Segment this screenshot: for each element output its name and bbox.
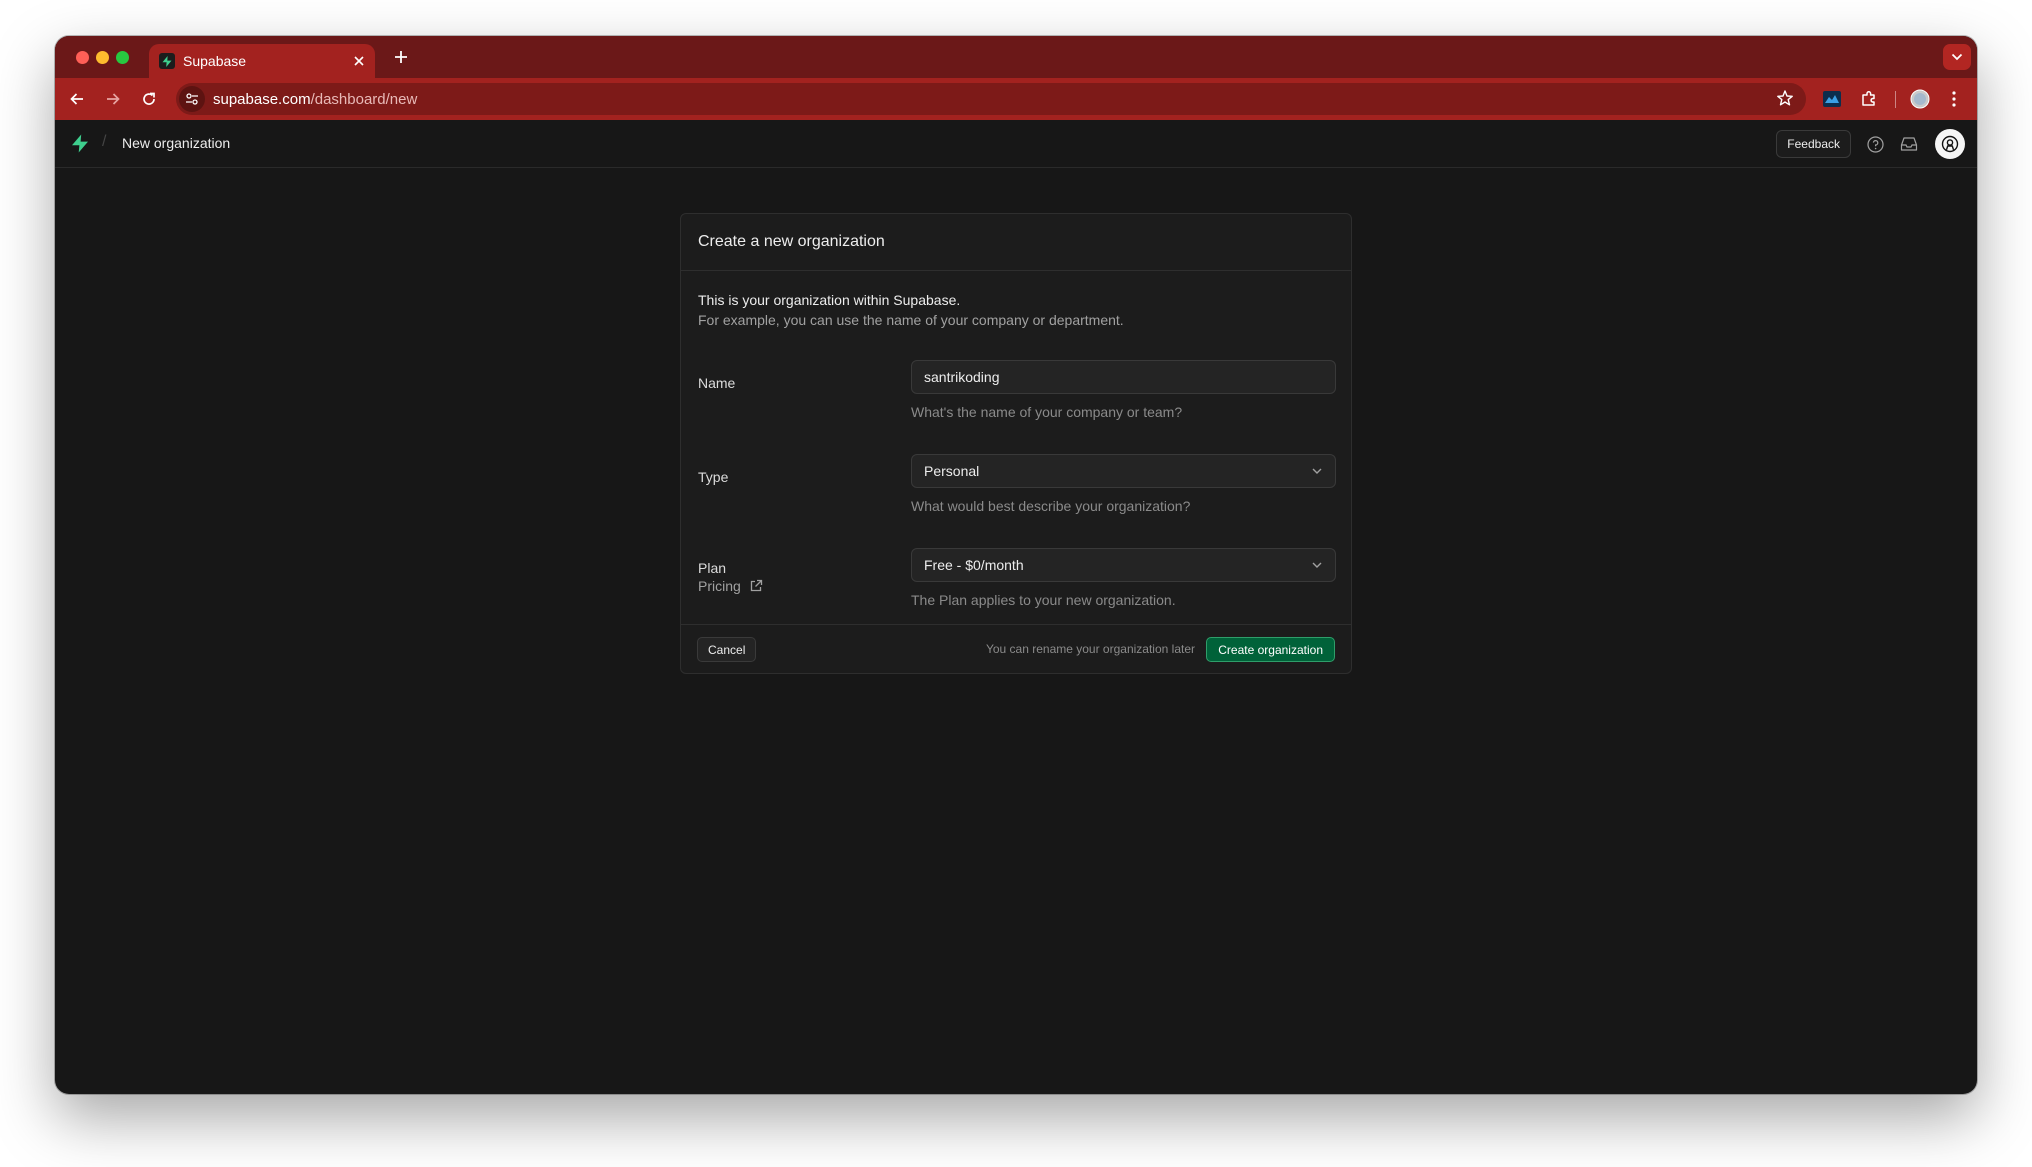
pricing-link-label: Pricing bbox=[698, 578, 741, 594]
supabase-logo-icon[interactable] bbox=[71, 134, 89, 158]
pricing-link[interactable]: Pricing bbox=[698, 578, 763, 594]
extension-chart-icon[interactable] bbox=[1820, 87, 1844, 111]
plan-help: The Plan applies to your new organizatio… bbox=[911, 592, 1176, 608]
create-organization-button[interactable]: Create organization bbox=[1206, 637, 1335, 662]
kebab-menu-icon[interactable] bbox=[1942, 87, 1966, 111]
close-icon[interactable] bbox=[353, 52, 365, 70]
rename-note: You can rename your organization later bbox=[985, 642, 1195, 656]
chevron-down-icon bbox=[1951, 53, 1963, 61]
breadcrumb-separator: / bbox=[102, 133, 107, 150]
address-bar[interactable]: supabase.com/dashboard/new bbox=[176, 83, 1806, 115]
card-intro: This is your organization within Supabas… bbox=[698, 290, 1124, 330]
user-avatar-icon[interactable] bbox=[1935, 129, 1965, 159]
url-path: /dashboard/new bbox=[310, 90, 418, 108]
plan-label: Plan bbox=[698, 560, 727, 576]
inbox-icon[interactable] bbox=[1895, 130, 1923, 158]
card-title: Create a new organization bbox=[681, 214, 1351, 271]
maximize-window-button[interactable] bbox=[116, 51, 129, 64]
plan-select-value: Free - $0/month bbox=[924, 557, 1024, 573]
plan-select[interactable]: Free - $0/month bbox=[911, 548, 1336, 582]
intro-line-2: For example, you can use the name of you… bbox=[698, 312, 1124, 328]
back-arrow-icon[interactable] bbox=[65, 87, 89, 111]
feedback-button[interactable]: Feedback bbox=[1776, 130, 1851, 158]
name-help: What's the name of your company or team? bbox=[911, 404, 1183, 420]
breadcrumb: New organization bbox=[122, 135, 231, 151]
browser-window: Supabase supabase.com/dashboard/new / Ne… bbox=[55, 36, 1977, 1094]
cancel-button[interactable]: Cancel bbox=[697, 637, 757, 662]
name-label: Name bbox=[698, 375, 736, 391]
type-help: What would best describe your organizati… bbox=[911, 498, 1191, 514]
tab-search-button[interactable] bbox=[1943, 44, 1971, 70]
puzzle-icon[interactable] bbox=[1857, 87, 1881, 111]
browser-toolbar: supabase.com/dashboard/new bbox=[55, 78, 1977, 120]
chevron-down-icon bbox=[1312, 562, 1322, 568]
url-host: supabase.com bbox=[213, 90, 311, 108]
forward-arrow-icon[interactable] bbox=[101, 87, 125, 111]
help-circle-icon[interactable] bbox=[1861, 130, 1889, 158]
close-window-button[interactable] bbox=[76, 51, 89, 64]
toolbar-divider bbox=[1895, 91, 1896, 108]
profile-icon[interactable] bbox=[1908, 87, 1932, 111]
minimize-window-button[interactable] bbox=[96, 51, 109, 64]
browser-tab-supabase[interactable]: Supabase bbox=[149, 44, 375, 78]
card-footer: Cancel You can rename your organization … bbox=[681, 624, 1351, 673]
create-organization-card: Create a new organization This is your o… bbox=[680, 213, 1352, 674]
external-link-icon bbox=[750, 579, 762, 592]
star-icon[interactable] bbox=[1776, 89, 1794, 112]
app-header: / New organization Feedback bbox=[55, 120, 1977, 168]
supabase-favicon-icon bbox=[159, 53, 175, 69]
intro-line-1: This is your organization within Supabas… bbox=[698, 292, 961, 308]
type-select[interactable]: Personal bbox=[911, 454, 1336, 488]
name-field[interactable] bbox=[911, 360, 1336, 394]
url-text: supabase.com/dashboard/new bbox=[213, 91, 417, 108]
site-info-icon[interactable] bbox=[179, 86, 205, 112]
plus-icon[interactable] bbox=[389, 46, 413, 70]
chevron-down-icon bbox=[1312, 468, 1322, 474]
tab-strip: Supabase bbox=[55, 36, 1977, 78]
name-input[interactable] bbox=[924, 369, 1323, 385]
reload-icon[interactable] bbox=[137, 87, 161, 111]
type-label: Type bbox=[698, 469, 729, 485]
tab-title: Supabase bbox=[183, 53, 247, 69]
type-select-value: Personal bbox=[924, 463, 980, 479]
